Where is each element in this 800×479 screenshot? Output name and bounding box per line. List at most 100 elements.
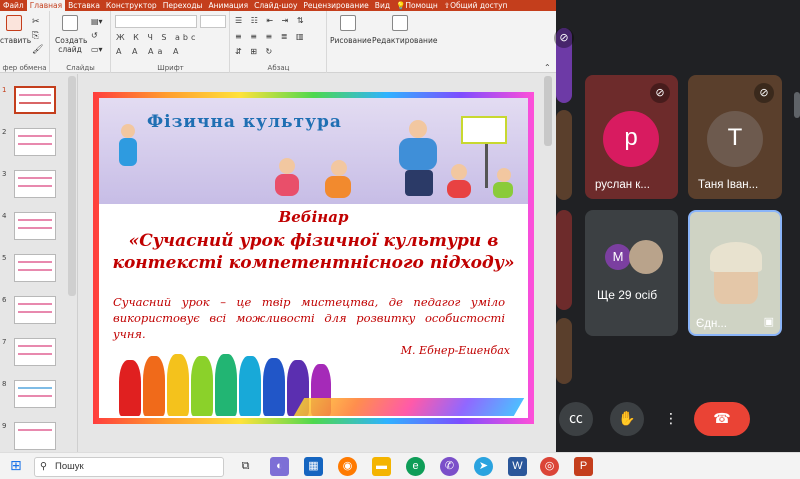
taskbar-search[interactable]: ⚲ Пошук bbox=[34, 457, 224, 477]
font-size-select[interactable] bbox=[200, 15, 226, 28]
align-icons[interactable]: ≡ ≡ ≡ ≣ ▥ bbox=[235, 32, 307, 41]
reset-icon[interactable]: ↺ bbox=[91, 31, 98, 40]
thumb-number: 7 bbox=[2, 338, 7, 346]
teacher-figure bbox=[399, 138, 437, 170]
copy-icon[interactable]: ⎘ bbox=[32, 31, 39, 41]
others-count: Ще 29 осіб bbox=[597, 288, 658, 302]
captions-button[interactable]: ㏄ bbox=[559, 402, 593, 436]
tab-design[interactable]: Конструктор bbox=[103, 0, 160, 11]
runner-figure bbox=[239, 356, 261, 416]
slide-thumbnail[interactable] bbox=[14, 212, 56, 240]
slide-thumbnail[interactable] bbox=[14, 254, 56, 282]
file-explorer-icon[interactable]: ▬ bbox=[372, 457, 391, 476]
windows-taskbar: ⊞ ⚲ Пошук ⧉ ◐ ▦ ◉ ▬ e ✆ ➤ W ◎ P bbox=[0, 452, 800, 479]
ribbon-tabs: Файл Главная Вставка Конструктор Переход… bbox=[0, 0, 556, 11]
tab-review[interactable]: Рецензирование bbox=[300, 0, 371, 11]
tab-home[interactable]: Главная bbox=[26, 0, 66, 11]
slide-thumbnail[interactable] bbox=[14, 128, 56, 156]
task-view-icon[interactable]: ⧉ bbox=[236, 457, 255, 476]
drawing-button[interactable]: Рисование bbox=[330, 15, 372, 45]
raise-hand-button[interactable]: ✋ bbox=[610, 402, 644, 436]
firefox-icon[interactable]: ◉ bbox=[338, 457, 357, 476]
slide-thumbnail[interactable] bbox=[14, 296, 56, 324]
others-tile[interactable]: M Ще 29 осіб bbox=[585, 210, 678, 336]
more-vert-icon: ⋮ bbox=[664, 411, 678, 427]
paragraph-group: ☰ ☷ ⇤ ⇥ ⇅ ≡ ≡ ≡ ≣ ▥ ⇵ ⊞ ↻ Абзац bbox=[231, 11, 327, 73]
slide-title: «Сучасний урок фізичної культури в конте… bbox=[112, 231, 515, 273]
font-format-buttons[interactable]: Ж К Ч S abc bbox=[116, 33, 198, 42]
tab-view[interactable]: Вид bbox=[372, 0, 393, 11]
hang-up-icon: ☎ bbox=[713, 411, 731, 427]
avatar: р bbox=[603, 111, 659, 167]
tab-help-label: Помощн bbox=[405, 1, 438, 10]
more-options-button[interactable]: ⋮ bbox=[660, 402, 682, 436]
slide-thumbnail[interactable] bbox=[14, 422, 56, 450]
slide-thumbnail[interactable] bbox=[14, 170, 56, 198]
tab-animations[interactable]: Анимация bbox=[205, 0, 251, 11]
thumb-number: 8 bbox=[2, 380, 7, 388]
format-painter-icon[interactable]: 🖌 bbox=[32, 45, 43, 55]
avatar bbox=[629, 240, 663, 274]
self-view-tile[interactable]: Єдн... ▣ bbox=[688, 210, 782, 336]
slide-thumbnail[interactable] bbox=[14, 338, 56, 366]
text-direction-icons[interactable]: ⇵ ⊞ ↻ bbox=[235, 47, 275, 56]
thumb-number: 5 bbox=[2, 254, 7, 262]
telegram-icon[interactable]: ➤ bbox=[474, 457, 493, 476]
clipboard-group-label: фер обмена bbox=[2, 64, 47, 72]
webinar-heading: Вебінар bbox=[278, 208, 349, 226]
self-name: Єдн... bbox=[696, 318, 727, 330]
current-slide[interactable]: Фізична культура Вебінар «Сучасний урок … bbox=[93, 92, 534, 424]
partial-tile bbox=[556, 210, 572, 310]
slide-thumbnail[interactable] bbox=[14, 380, 56, 408]
participant-name: Таня Іван... bbox=[698, 179, 759, 191]
tab-slideshow[interactable]: Слайд-шоу bbox=[251, 0, 300, 11]
layout-icon[interactable]: ▤▾ bbox=[91, 17, 103, 26]
side-scroll-handle[interactable] bbox=[794, 92, 800, 118]
mic-off-icon: ⊘ bbox=[554, 28, 574, 48]
powerpoint-window: Файл Главная Вставка Конструктор Переход… bbox=[0, 0, 556, 452]
list-icons[interactable]: ☰ ☷ ⇤ ⇥ ⇅ bbox=[235, 16, 307, 25]
participant-tile[interactable]: ⊘ р руслан к... bbox=[585, 75, 678, 199]
store-icon[interactable]: ▦ bbox=[304, 457, 323, 476]
collapse-ribbon-icon[interactable]: ⌃ bbox=[544, 63, 551, 72]
kid-figure bbox=[119, 138, 137, 166]
slide-thumbnail[interactable] bbox=[14, 86, 56, 114]
viber-icon[interactable]: ✆ bbox=[440, 457, 459, 476]
thumb-number: 3 bbox=[2, 170, 7, 178]
paste-button[interactable]: ставить bbox=[0, 15, 31, 45]
new-slide-button[interactable]: Создать слайд bbox=[55, 15, 87, 54]
participant-tile[interactable]: ⊘ Т Таня Іван... bbox=[688, 75, 782, 199]
captions-icon: ㏄ bbox=[569, 411, 583, 427]
tab-insert[interactable]: Вставка bbox=[65, 0, 103, 11]
windows-start-icon[interactable]: ⊞ bbox=[10, 458, 22, 474]
banner-image: Фізична культура bbox=[99, 98, 528, 204]
app-icon[interactable]: ◐ bbox=[270, 457, 289, 476]
section-icon[interactable]: ▭▾ bbox=[91, 45, 103, 54]
kid-figure bbox=[275, 174, 299, 196]
powerpoint-icon[interactable]: P bbox=[574, 457, 593, 476]
tab-help[interactable]: 💡Помощн bbox=[393, 0, 441, 11]
edge-icon[interactable]: e bbox=[406, 457, 425, 476]
share-label: Общий доступ bbox=[450, 1, 508, 10]
self-video bbox=[710, 242, 762, 272]
share-button[interactable]: ⇧Общий доступ bbox=[441, 0, 511, 11]
tab-file[interactable]: Файл bbox=[0, 0, 27, 11]
editor-scrollbar[interactable] bbox=[544, 76, 552, 146]
tab-transitions[interactable]: Переходы bbox=[160, 0, 206, 11]
thumb-number: 6 bbox=[2, 296, 7, 304]
thumbnails-scrollbar[interactable] bbox=[68, 76, 76, 296]
banner-title: Фізична культура bbox=[147, 112, 342, 132]
leave-call-button[interactable]: ☎ bbox=[694, 402, 750, 436]
teacher-figure bbox=[409, 120, 427, 138]
font-name-select[interactable] bbox=[115, 15, 197, 28]
font-size-buttons[interactable]: A A Aa A bbox=[116, 47, 182, 56]
editing-button[interactable]: Редактирование bbox=[372, 15, 437, 45]
quote-author: М. Ебнер-Ешенбах bbox=[400, 344, 510, 357]
thumb-number: 9 bbox=[2, 422, 7, 430]
chrome-icon[interactable]: ◎ bbox=[540, 457, 559, 476]
word-icon[interactable]: W bbox=[508, 457, 527, 476]
cut-icon[interactable]: ✂ bbox=[32, 17, 40, 27]
pip-icon[interactable]: ▣ bbox=[764, 315, 774, 328]
kid-figure bbox=[121, 124, 135, 138]
search-placeholder: Пошук bbox=[55, 461, 84, 472]
